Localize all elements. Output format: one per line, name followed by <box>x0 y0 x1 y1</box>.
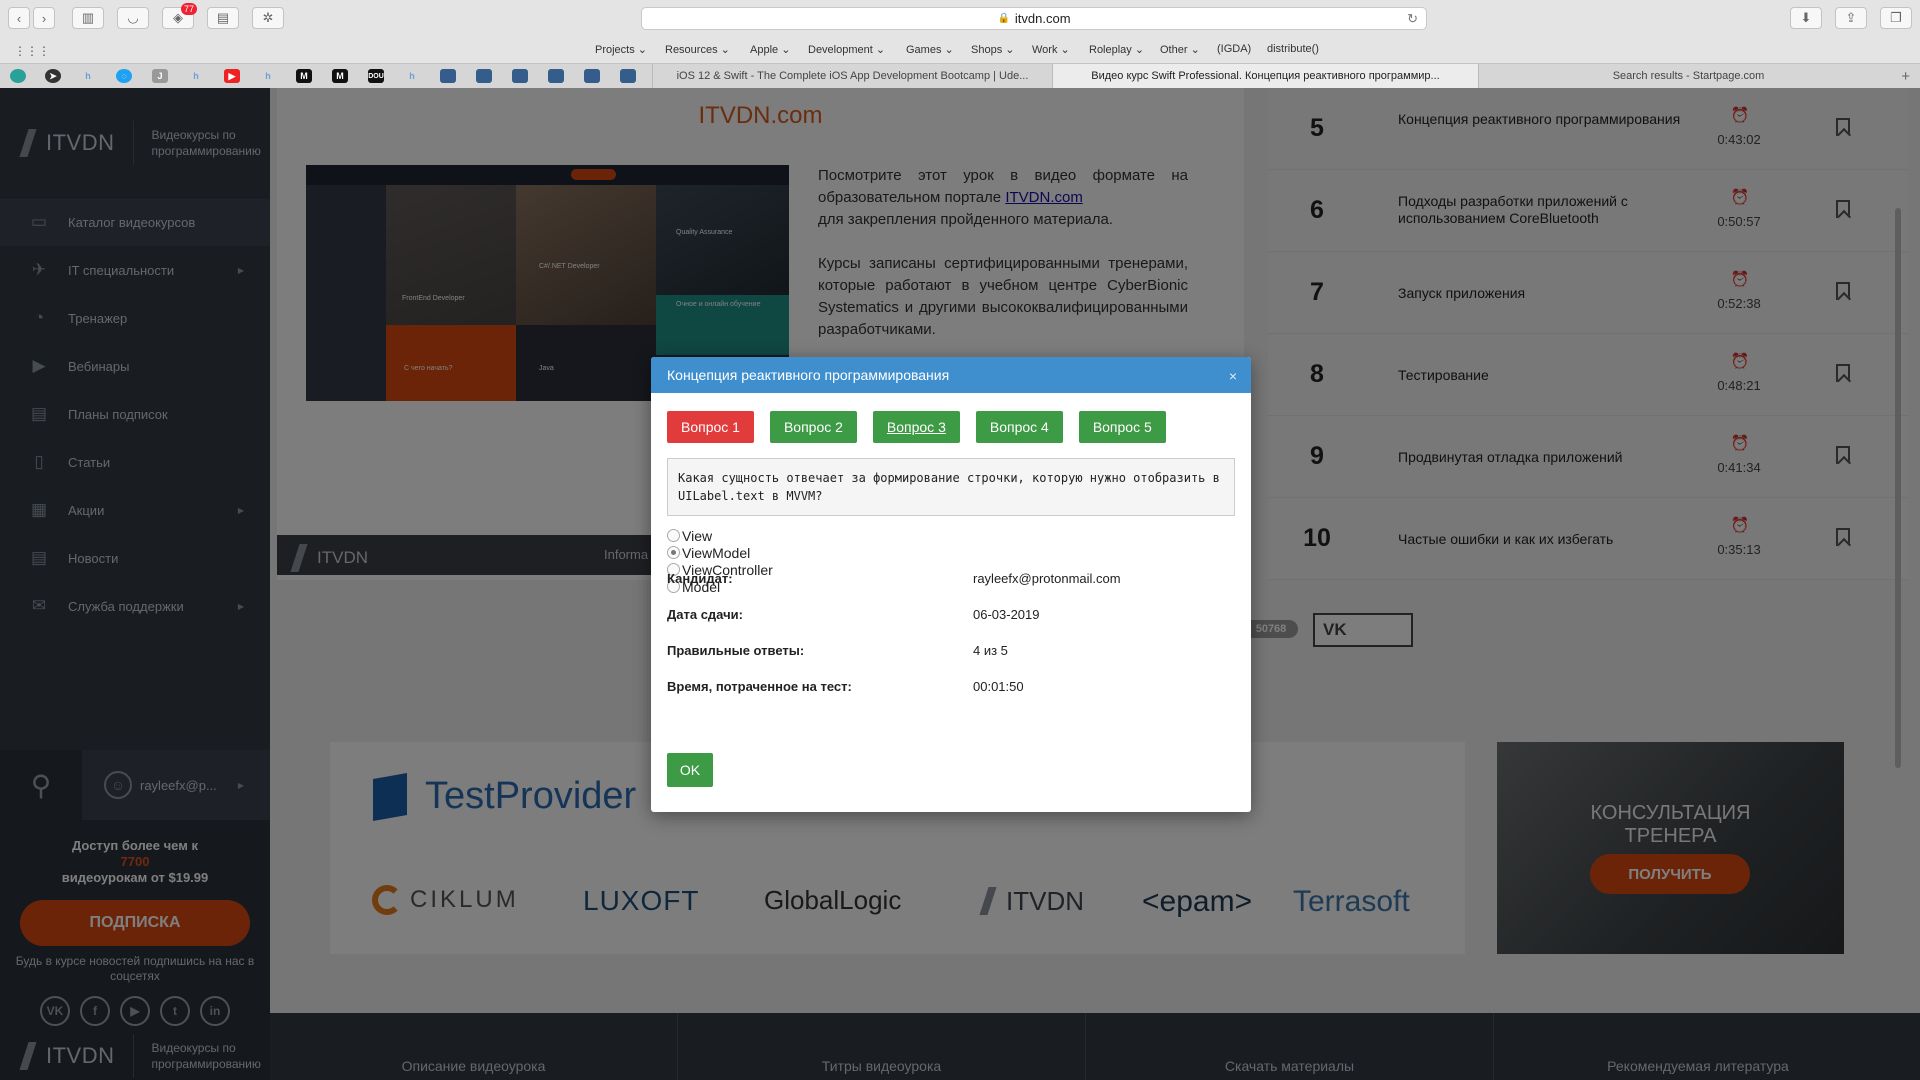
grid-icon[interactable]: ⋮⋮⋮ <box>14 44 50 58</box>
download-icon: ⬇ <box>1800 10 1812 25</box>
pocket-button[interactable]: ◡ <box>117 7 149 29</box>
pinned-tab[interactable]: J <box>152 69 168 83</box>
modal-header: Концепция реактивного программирования × <box>651 357 1251 393</box>
new-tab-icon[interactable]: + <box>1901 68 1910 85</box>
close-icon[interactable]: × <box>1229 368 1237 384</box>
bookmark-folder[interactable]: Projects ⌄ <box>595 43 647 56</box>
reload-icon[interactable]: ↻ <box>1407 11 1418 27</box>
bookmark-folder[interactable]: Roleplay ⌄ <box>1089 43 1144 56</box>
bookmark-folder[interactable]: Shops ⌄ <box>971 43 1014 56</box>
bookmark-folder[interactable]: Work ⌄ <box>1032 43 1070 56</box>
bookmark-link[interactable]: (IGDA) <box>1217 43 1251 55</box>
bookmark-folder[interactable]: Development ⌄ <box>808 43 885 56</box>
pinned-tab[interactable]: h <box>404 69 420 83</box>
question-4-button[interactable]: Вопрос 4 <box>975 411 1063 443</box>
radio-button-checked[interactable] <box>667 546 680 559</box>
tabs-icon: ❐ <box>1890 10 1902 25</box>
question-buttons: Вопрос 1 Вопрос 2 Вопрос 3 Вопрос 4 Вопр… <box>667 411 1182 443</box>
puzzle-icon: ✲ <box>262 10 274 25</box>
bookmarks-bar: ⋮⋮⋮ Projects ⌄ Resources ⌄ Apple ⌄ Devel… <box>0 40 1920 60</box>
radio-button[interactable] <box>667 529 680 542</box>
pinned-tab[interactable]: h <box>188 69 204 83</box>
pinned-tab[interactable] <box>584 69 600 83</box>
browser-tab[interactable]: Search results - Startpage.com <box>1478 64 1898 88</box>
browser-tab[interactable]: iOS 12 & Swift - The Complete iOS App De… <box>652 64 1052 88</box>
pinned-tab[interactable] <box>548 69 564 83</box>
pinned-tab[interactable]: M <box>332 69 348 83</box>
share-icon: ⇪ <box>1845 10 1857 25</box>
sidebar-toggle-button[interactable]: ▥ <box>72 7 104 29</box>
question-text: Какая сущность отвечает за формирование … <box>667 458 1235 516</box>
sidebar-icon: ▥ <box>81 10 95 25</box>
pinned-tab[interactable]: h <box>260 69 276 83</box>
pinned-tab[interactable]: h <box>80 69 96 83</box>
tabs-overview-button[interactable]: ❐ <box>1880 7 1912 29</box>
question-1-button[interactable]: Вопрос 1 <box>667 411 754 443</box>
browser-chrome: ‹ › ▥ ◡ ◈ 77 ▤ ✲ 🔒 itvdn.com ↻ ⬇ ⇪ ❐ ⋮⋮⋮… <box>0 0 1920 88</box>
question-2-button[interactable]: Вопрос 2 <box>769 411 857 443</box>
pinned-tab[interactable] <box>620 69 636 83</box>
downloads-button[interactable]: ⬇ <box>1790 7 1822 29</box>
pinned-tab[interactable] <box>10 69 26 83</box>
extension-button[interactable]: ◈ 77 <box>162 3 197 29</box>
share-button[interactable]: ⇪ <box>1835 7 1867 29</box>
bookmark-folder[interactable]: Games ⌄ <box>906 43 954 56</box>
answer-option[interactable]: View <box>667 527 773 544</box>
pinned-tab[interactable]: ◌ <box>116 69 132 83</box>
pinned-tab[interactable]: ➤ <box>45 69 61 83</box>
pocket-icon: ◡ <box>127 10 139 25</box>
ok-button[interactable]: OK <box>667 753 713 787</box>
lock-icon: 🔒 <box>997 13 1010 24</box>
back-button[interactable]: ‹ <box>8 7 30 29</box>
question-3-button[interactable]: Вопрос 3 <box>872 411 960 443</box>
reader-button[interactable]: ▤ <box>207 7 239 29</box>
pinned-tab[interactable]: DOU <box>368 69 384 83</box>
address-text: itvdn.com <box>1014 11 1071 26</box>
forward-button[interactable]: › <box>33 7 55 29</box>
bookmark-folder[interactable]: Other ⌄ <box>1160 43 1200 56</box>
bookmark-folder[interactable]: Resources ⌄ <box>665 43 730 56</box>
reader-icon: ▤ <box>216 10 230 25</box>
extension2-button[interactable]: ✲ <box>252 7 284 29</box>
modal-title: Концепция реактивного программирования <box>667 367 950 383</box>
notification-badge: 77 <box>180 3 197 15</box>
browser-tab-active[interactable]: Видео курс Swift Professional. Концепция… <box>1052 64 1478 88</box>
pinned-tab[interactable] <box>440 69 456 83</box>
tab-bar: ➤ h ◌ J h ▶ h M M DOU h iOS 12 & Swift -… <box>0 63 1920 88</box>
address-bar[interactable]: 🔒 itvdn.com ↻ <box>641 7 1427 30</box>
question-5-button[interactable]: Вопрос 5 <box>1078 411 1166 443</box>
pinned-tab[interactable]: M <box>296 69 312 83</box>
pinned-tab[interactable] <box>512 69 528 83</box>
youtube-icon[interactable]: ▶ <box>224 69 240 83</box>
chevron-left-icon: ‹ <box>16 10 22 26</box>
pinned-tab[interactable] <box>476 69 492 83</box>
answer-option[interactable]: ViewModel <box>667 544 773 561</box>
test-results-modal: Концепция реактивного программирования ×… <box>651 357 1251 812</box>
chevron-right-icon: › <box>41 10 47 26</box>
bookmark-link[interactable]: distribute() <box>1267 43 1319 55</box>
bookmark-folder[interactable]: Apple ⌄ <box>750 43 790 56</box>
